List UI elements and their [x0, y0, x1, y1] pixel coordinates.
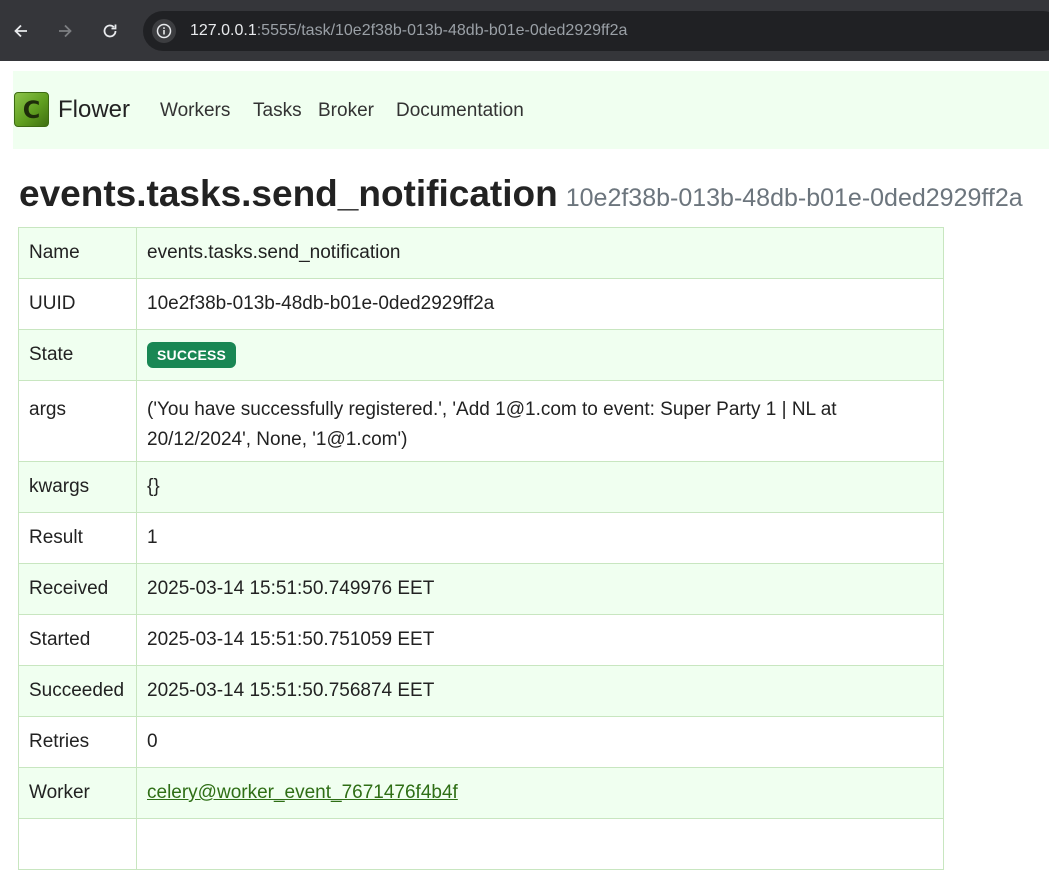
status-badge: SUCCESS	[147, 342, 237, 368]
table-row-started: Started 2025-03-14 15:51:50.751059 EET	[18, 614, 944, 666]
site-info-icon[interactable]	[152, 19, 176, 43]
table-row-succeeded: Succeeded 2025-03-14 15:51:50.756874 EET	[18, 665, 944, 717]
table-row-uuid: UUID 10e2f38b-013b-48db-b01e-0ded2929ff2…	[18, 278, 944, 330]
page-title: events.tasks.send_notification 10e2f38b-0…	[19, 173, 1023, 215]
nav-link-documentation[interactable]: Documentation	[396, 100, 524, 122]
task-details-table: Name events.tasks.send_notification UUID…	[18, 227, 944, 870]
table-row-retries: Retries 0	[18, 716, 944, 768]
table-row-name: Name events.tasks.send_notification	[18, 227, 944, 279]
row-label: args	[18, 380, 137, 462]
table-row-worker: Worker celery@worker_event_7671476f4b4f	[18, 767, 944, 819]
row-label: Result	[18, 512, 137, 564]
row-label: Succeeded	[18, 665, 137, 717]
url-text: 127.0.0.1:5555/task/10e2f38b-013b-48db-b…	[190, 22, 628, 39]
args-line-2: 20/12/2024', None, '1@1.com')	[147, 429, 408, 450]
task-name-heading: events.tasks.send_notification	[19, 173, 558, 214]
worker-link[interactable]: celery@worker_event_7671476f4b4f	[147, 782, 458, 803]
table-row-args: args ('You have successfully registered.…	[18, 380, 944, 462]
nav-link-tasks[interactable]: Tasks	[253, 100, 302, 122]
succeeded-value: 2025-03-14 15:51:50.756874 EET	[136, 665, 944, 717]
row-label: Name	[18, 227, 137, 279]
row-label: UUID	[18, 278, 137, 330]
table-row-state: State SUCCESS	[18, 329, 944, 381]
top-navbar: C Flower Workers Tasks Broker Documentat…	[13, 71, 1049, 149]
worker-cell: celery@worker_event_7671476f4b4f	[136, 767, 944, 819]
state-cell: SUCCESS	[136, 329, 944, 381]
table-row-partial	[18, 818, 944, 870]
result-value: 1	[136, 512, 944, 564]
table-row-received: Received 2025-03-14 15:51:50.749976 EET	[18, 563, 944, 615]
back-button[interactable]	[6, 16, 36, 46]
row-label: State	[18, 329, 137, 381]
task-id-subheading: 10e2f38b-013b-48db-b01e-0ded2929ff2a	[565, 184, 1023, 212]
row-label: Received	[18, 563, 137, 615]
uuid-value: 10e2f38b-013b-48db-b01e-0ded2929ff2a	[136, 278, 944, 330]
partial-cell	[136, 818, 944, 870]
nav-link-workers[interactable]: Workers	[160, 100, 230, 122]
row-label	[18, 818, 137, 870]
started-value: 2025-03-14 15:51:50.751059 EET	[136, 614, 944, 666]
arrow-left-icon	[14, 24, 27, 38]
row-label: kwargs	[18, 461, 137, 513]
kwargs-value: {}	[136, 461, 944, 513]
address-bar[interactable]: 127.0.0.1:5555/task/10e2f38b-013b-48db-b…	[143, 11, 1049, 51]
name-value: events.tasks.send_notification	[136, 227, 944, 279]
retries-value: 0	[136, 716, 944, 768]
brand-link[interactable]: Flower	[58, 96, 130, 124]
table-row-kwargs: kwargs {}	[18, 461, 944, 513]
args-line-1: ('You have successfully registered.', 'A…	[147, 399, 837, 420]
reload-button[interactable]	[95, 16, 125, 46]
flower-logo-icon[interactable]: C	[14, 92, 49, 127]
browser-toolbar: 127.0.0.1:5555/task/10e2f38b-013b-48db-b…	[0, 0, 1049, 61]
received-value: 2025-03-14 15:51:50.749976 EET	[136, 563, 944, 615]
reload-icon	[103, 24, 117, 38]
row-label: Started	[18, 614, 137, 666]
nav-link-broker[interactable]: Broker	[318, 100, 374, 122]
arrow-right-icon	[59, 24, 72, 38]
table-row-result: Result 1	[18, 512, 944, 564]
forward-button[interactable]	[50, 16, 80, 46]
row-label: Worker	[18, 767, 137, 819]
args-value: ('You have successfully registered.', 'A…	[136, 380, 944, 462]
row-label: Retries	[18, 716, 137, 768]
